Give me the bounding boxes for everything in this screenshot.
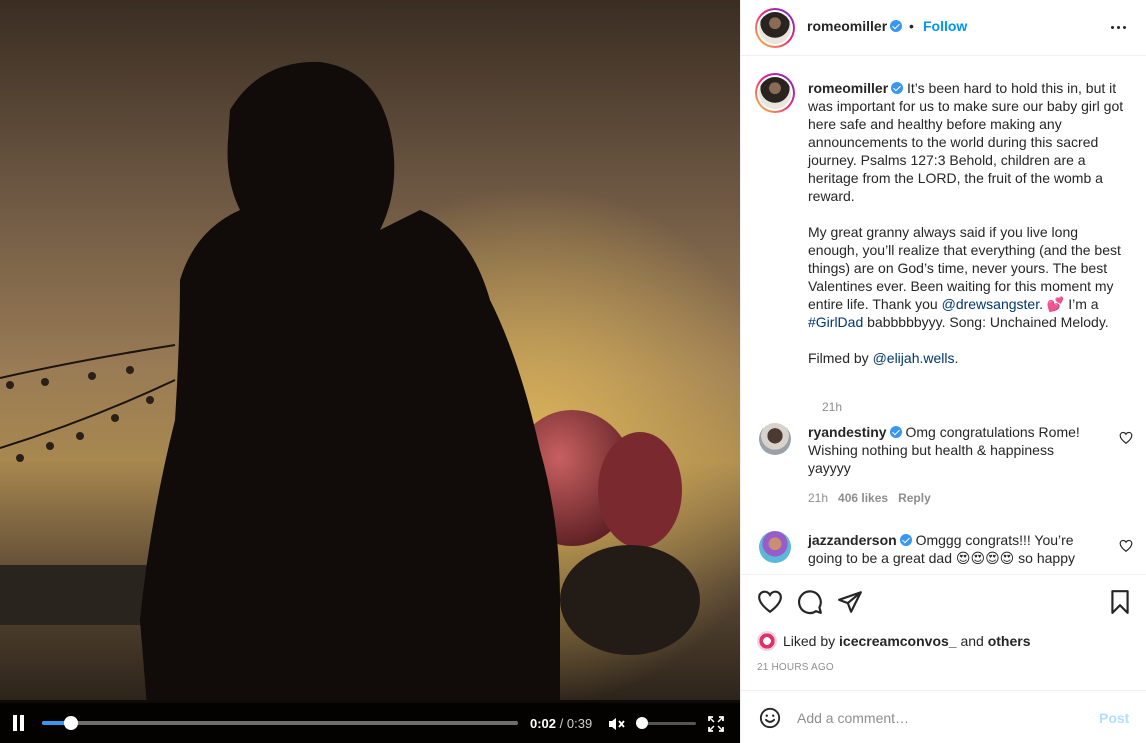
liker-avatar[interactable] xyxy=(757,631,777,651)
like-heart-icon[interactable] xyxy=(757,589,783,615)
liker-username[interactable]: icecreamconvos_ xyxy=(839,633,957,649)
video-frame xyxy=(0,0,740,743)
comment-likes[interactable]: 406 likes xyxy=(838,491,888,505)
duration: 0:39 xyxy=(566,716,593,731)
comment-text: ryandestiny Omg congratulations Rome! Wi… xyxy=(808,423,1098,477)
follow-button[interactable]: Follow xyxy=(923,18,967,34)
muted-speaker-icon[interactable] xyxy=(608,717,626,731)
others-link[interactable]: others xyxy=(988,633,1031,649)
header-separator: • xyxy=(909,18,914,34)
add-comment-input[interactable] xyxy=(797,707,1077,729)
liked-by-prefix: Liked by xyxy=(783,633,840,649)
fullscreen-icon[interactable] xyxy=(708,716,724,732)
caption-avatar[interactable] xyxy=(755,73,795,113)
heart-icon[interactable] xyxy=(1119,539,1133,553)
liked-by-and: and xyxy=(956,633,988,649)
post-button[interactable]: Post xyxy=(1099,710,1129,726)
caption-text-part: . 💕 I’m a xyxy=(1039,296,1099,312)
liked-by: Liked by icecreamconvos_ and others xyxy=(757,631,1031,651)
video-player[interactable]: 0:02 / 0:39 xyxy=(0,0,740,743)
author-avatar[interactable] xyxy=(755,8,795,48)
commenter-username[interactable]: jazzanderson xyxy=(808,532,897,548)
hashtag-link[interactable]: #GirlDad xyxy=(808,314,863,330)
verified-badge-icon xyxy=(899,534,912,546)
reply-button[interactable]: Reply xyxy=(898,491,931,505)
comment-bubble-icon[interactable] xyxy=(797,589,823,615)
author-username[interactable]: romeomiller xyxy=(807,18,903,34)
emoji-smiley-icon[interactable] xyxy=(759,707,781,729)
mention-link[interactable]: @elijah.wells xyxy=(873,350,955,366)
progress-scrubber[interactable] xyxy=(63,716,78,730)
post-timestamp[interactable]: 21 HOURS AGO xyxy=(757,662,834,673)
volume-knob[interactable] xyxy=(636,717,648,729)
verified-badge-icon xyxy=(889,426,902,438)
caption-text-part: . xyxy=(954,350,959,366)
pause-button[interactable] xyxy=(12,715,26,731)
caption-text-part: babbbbbyyy. Song: Unchained Melody. xyxy=(863,314,1109,330)
caption-paragraph-3: Filmed by xyxy=(808,350,873,366)
commenter-avatar[interactable] xyxy=(759,531,791,563)
share-paper-plane-icon[interactable] xyxy=(837,589,863,615)
caption-username[interactable]: romeomiller xyxy=(808,80,888,96)
pause-bar-icon xyxy=(20,715,24,731)
save-bookmark-icon[interactable] xyxy=(1107,589,1133,615)
commenter-username[interactable]: ryandestiny xyxy=(808,424,887,440)
verified-badge-icon xyxy=(890,20,903,32)
caption-paragraph-1: It’s been hard to hold this in, but it w… xyxy=(808,80,1124,204)
post-panel: romeomiller • Follow romeomiller It’s be… xyxy=(740,0,1146,743)
heart-icon[interactable] xyxy=(1119,431,1133,445)
caption-text: romeomiller It’s been hard to hold this … xyxy=(808,79,1130,385)
verified-badge-icon xyxy=(891,82,904,94)
pause-bar-icon xyxy=(13,715,17,731)
video-time: 0:02 / 0:39 xyxy=(530,716,592,731)
comment-time[interactable]: 21h xyxy=(808,491,828,505)
mention-link[interactable]: @drewsangster xyxy=(942,296,1039,312)
post-actions: Liked by icecreamconvos_ and others 21 H… xyxy=(741,574,1146,690)
current-time: 0:02 xyxy=(530,716,557,731)
time-separator: / xyxy=(556,716,567,731)
commenter-avatar[interactable] xyxy=(759,423,791,455)
caption-timestamp[interactable]: 21h xyxy=(822,400,842,414)
more-options-icon[interactable] xyxy=(1107,18,1131,38)
comment-text: jazzanderson Omggg congrats!!! You’re go… xyxy=(808,531,1098,567)
post-header: romeomiller • Follow xyxy=(741,0,1146,56)
video-progress-bar[interactable] xyxy=(42,716,518,730)
volume-slider[interactable] xyxy=(636,717,696,729)
comment-meta: 21h 406 likes Reply xyxy=(808,491,941,505)
add-comment-bar: Post xyxy=(741,690,1146,743)
comments-section[interactable]: romeomiller It’s been hard to hold this … xyxy=(741,57,1146,573)
video-controls: 0:02 / 0:39 xyxy=(0,703,740,743)
